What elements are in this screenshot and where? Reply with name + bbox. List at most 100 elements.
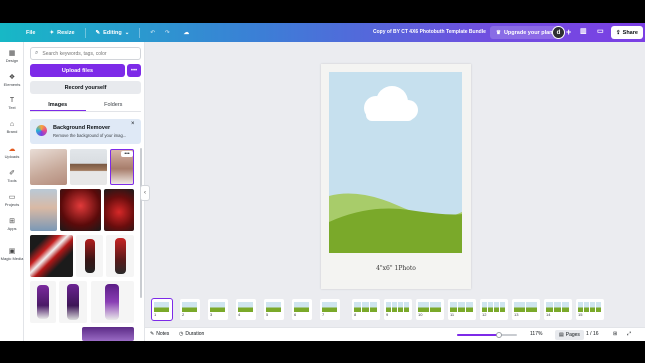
page-number: 2 [182, 312, 185, 317]
zoom-slider-fill [457, 334, 499, 336]
image-options-icon[interactable]: ••• [121, 151, 133, 157]
search-input[interactable] [42, 50, 138, 57]
resize-button[interactable]: ✦ Resize [45, 28, 78, 38]
uploaded-image[interactable] [106, 235, 134, 277]
uploaded-image[interactable] [30, 281, 56, 323]
uploads-icon: ☁ [8, 146, 16, 153]
page-number: 5 [266, 312, 269, 317]
page-number: 6 [294, 312, 297, 317]
upload-files-button[interactable]: Upload files [30, 64, 125, 77]
crown-icon: ♛ [496, 29, 501, 36]
add-collaborator-icon[interactable]: + [566, 27, 571, 37]
uploaded-image[interactable] [59, 281, 87, 323]
analytics-icon[interactable]: ▥ [580, 27, 587, 35]
search-icon: ⌕ [35, 50, 39, 56]
rail-label: Uploads [4, 154, 20, 159]
elements-icon: ❖ [8, 74, 16, 81]
document-title[interactable]: Copy of BY CT 4X6 Photobuth Template Bun… [373, 29, 486, 35]
rail-label: Tools [7, 178, 17, 183]
rail-item-uploads[interactable]: ☁ Uploads [0, 145, 24, 159]
uploaded-image[interactable] [30, 235, 73, 277]
background-remover-card[interactable]: Background Remover Remove the background… [30, 119, 141, 144]
notes-button[interactable]: ✎ Notes [150, 331, 169, 337]
fullscreen-icon[interactable]: ⤢ [627, 331, 631, 337]
redo-icon[interactable]: ↷ [161, 28, 174, 38]
rail-item-brand[interactable]: ⌂ Brand [0, 121, 24, 134]
page-number: 1 [154, 312, 157, 317]
uploaded-image[interactable] [70, 149, 107, 185]
left-rail: ▦ Design ❖ Elements T Text ⌂ Brand ☁ Uploads … [0, 42, 24, 341]
uploaded-image[interactable] [30, 149, 67, 185]
background-remover-title: Background Remover [53, 125, 111, 131]
rail-item-text[interactable]: T Text [0, 97, 24, 110]
background-remover-icon [36, 125, 47, 136]
panel-scrollbar[interactable] [140, 148, 142, 298]
rail-label: Design [5, 58, 19, 63]
cloud-save-icon[interactable]: ☁ [180, 28, 194, 38]
upgrade-button[interactable]: ♛ Upgrade your plan [490, 26, 559, 39]
file-menu-button[interactable]: File [22, 28, 39, 38]
tab-folders[interactable]: Folders [86, 100, 142, 111]
brand-icon: ⌂ [9, 121, 15, 128]
share-icon: ⇪ [616, 29, 621, 36]
design-page[interactable]: 4"x6" 1Photo [321, 64, 471, 289]
page-number: 8 [354, 312, 357, 317]
tools-icon: ✐ [9, 170, 15, 177]
close-icon[interactable]: × [131, 121, 135, 127]
more-options-icon[interactable]: ••• [127, 64, 141, 77]
canva-editor: File ✦ Resize ✎ Editing ⌄ ↶ ↷ ☁ Copy of … [0, 23, 645, 341]
page-number: 13 [514, 312, 519, 317]
uploaded-image[interactable] [91, 281, 134, 323]
avatar[interactable]: d [552, 26, 565, 39]
zoom-level[interactable]: 117% [530, 331, 542, 337]
share-label: Share [622, 29, 638, 36]
uploaded-image[interactable] [76, 235, 103, 277]
page-number: 15 [578, 312, 583, 317]
pages-button[interactable]: ▤ Pages [555, 330, 584, 340]
uploaded-image[interactable] [60, 189, 101, 231]
text-icon: T [9, 97, 15, 104]
rail-label: Elements [3, 82, 21, 87]
page-number: 4 [238, 312, 241, 317]
zoom-slider-knob[interactable] [496, 332, 502, 338]
photo-frame[interactable] [329, 72, 462, 253]
panel-tabs: Images Folders [30, 100, 141, 112]
rail-item-apps[interactable]: ⊞ Apps [0, 217, 24, 231]
grid-view-icon[interactable]: ⊞ [613, 331, 617, 337]
search-field[interactable]: ⌕ [30, 47, 141, 60]
rail-label: Apps [7, 226, 17, 231]
magic-media-icon: ▣ [8, 248, 16, 255]
duration-button[interactable]: ◷ Duration [179, 331, 204, 337]
rail-item-magic-media[interactable]: ▣ Magic Media [0, 247, 24, 261]
uploaded-image[interactable] [30, 189, 57, 231]
page-number: 14 [546, 312, 551, 317]
rail-label: Magic Media [0, 256, 24, 261]
landscape-placeholder-image [329, 72, 462, 253]
resize-icon: ✦ [49, 29, 55, 36]
page-caption[interactable]: 4"x6" 1Photo [321, 265, 471, 272]
share-button[interactable]: ⇪ Share [611, 26, 643, 39]
collapse-panel-icon[interactable]: ‹ [140, 185, 150, 201]
rail-item-elements[interactable]: ❖ Elements [0, 73, 24, 87]
rail-label: Text [8, 105, 16, 110]
record-yourself-button[interactable]: Record yourself [30, 81, 141, 94]
page-number: 10 [418, 312, 423, 317]
projects-icon: ▭ [8, 194, 16, 201]
uploads-panel: ⌕ Upload files ••• Record yourself Image… [24, 42, 150, 341]
comment-icon[interactable]: ▭ [597, 27, 604, 35]
editing-mode-button[interactable]: ✎ Editing ⌄ [92, 28, 134, 38]
zoom-slider[interactable] [457, 332, 517, 338]
uploaded-image[interactable] [82, 327, 134, 341]
rail-item-projects[interactable]: ▭ Projects [0, 193, 24, 207]
uploaded-image[interactable] [104, 189, 134, 231]
pages-label: Pages [565, 332, 580, 338]
rail-item-tools[interactable]: ✐ Tools [0, 169, 24, 183]
undo-icon[interactable]: ↶ [146, 28, 159, 38]
rail-item-design[interactable]: ▦ Design [0, 49, 24, 63]
background-remover-desc: Remove the background of your imag... [53, 133, 127, 138]
resize-label: Resize [57, 29, 75, 36]
page-counter: 1 / 16 [586, 331, 599, 337]
notes-label: Notes [156, 331, 170, 337]
uploaded-image[interactable]: ••• [110, 149, 134, 185]
tab-images[interactable]: Images [30, 100, 86, 111]
